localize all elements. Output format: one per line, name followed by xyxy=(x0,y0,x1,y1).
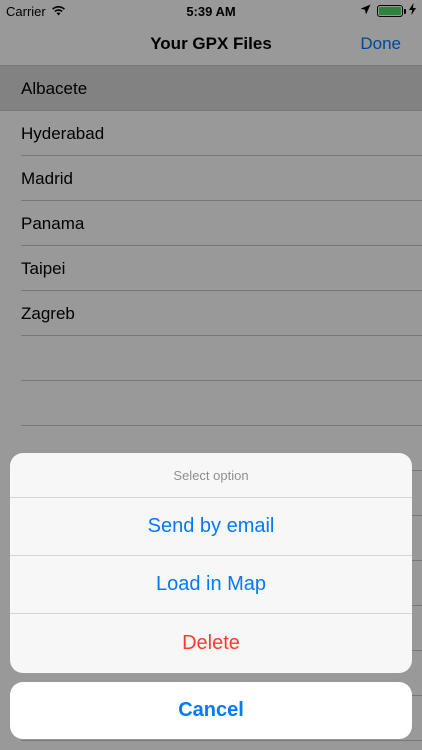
cancel-button[interactable]: Cancel xyxy=(10,682,412,739)
delete-button[interactable]: Delete xyxy=(10,614,412,673)
action-sheet-title: Select option xyxy=(10,453,412,498)
screen: Carrier 5:39 AM Your GPX Files Done Alba… xyxy=(0,0,422,750)
action-sheet: Select option Send by email Load in Map … xyxy=(10,453,412,673)
load-in-map-button[interactable]: Load in Map xyxy=(10,556,412,614)
send-by-email-button[interactable]: Send by email xyxy=(10,498,412,556)
